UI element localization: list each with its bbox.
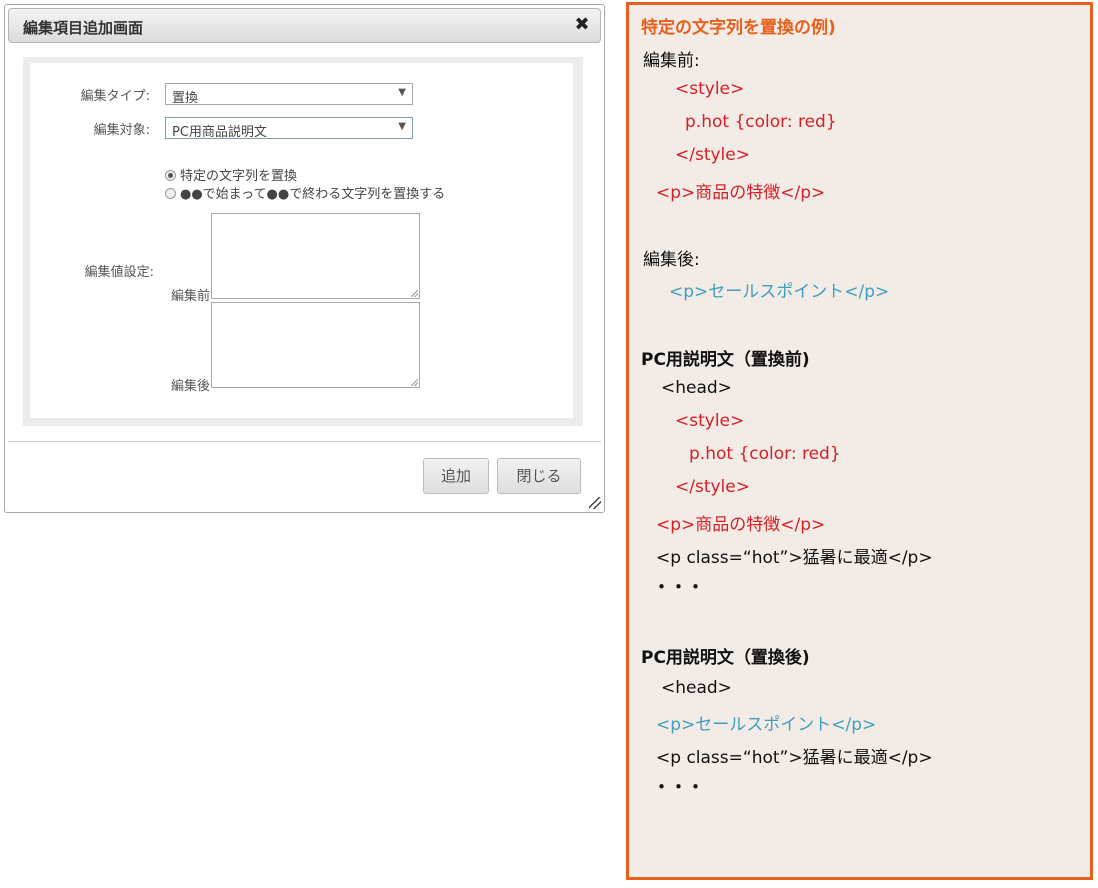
close-button[interactable]: 閉じる	[497, 458, 581, 494]
dialog-resize-icon[interactable]	[589, 497, 601, 509]
code-line: <style>	[675, 79, 745, 99]
edit-target-label: 編集対象:	[93, 123, 150, 138]
code-line: <style>	[675, 411, 745, 431]
radio-checked-icon[interactable]	[165, 170, 176, 181]
form-panel: 編集タイプ: 置換 ▼ 編集対象: PC用商品説明文 ▼ 特定の文字列を置換 ●…	[23, 57, 583, 426]
edit-target-value: PC用商品説明文	[172, 125, 267, 140]
note-heading: 特定の文字列を置換の例)	[641, 18, 836, 38]
ellipsis: ・・・	[653, 578, 704, 598]
edit-type-select[interactable]: 置換 ▼	[165, 83, 413, 106]
code-line: <p>商品の特徴</p>	[656, 515, 826, 535]
chevron-down-icon: ▼	[398, 121, 406, 132]
code-line: </style>	[675, 145, 750, 165]
code-line: <head>	[661, 378, 732, 398]
code-line: p.hot {color: red}	[689, 444, 841, 464]
after-heading: 編集後:	[643, 250, 700, 270]
code-line: <p>セールスポイント</p>	[656, 715, 877, 735]
code-line: <p class=“hot”>猛暑に最適</p>	[656, 548, 933, 568]
pc-after-heading: PC用説明文（置換後)	[641, 648, 810, 668]
edit-type-label: 編集タイプ:	[80, 89, 150, 104]
code-line: p.hot {color: red}	[685, 112, 837, 132]
before-label: 編集前	[170, 289, 210, 304]
before-textarea[interactable]	[211, 213, 420, 299]
radio-unchecked-icon[interactable]	[165, 188, 176, 199]
footer-divider	[8, 441, 601, 442]
chevron-down-icon: ▼	[398, 87, 406, 98]
before-heading: 編集前:	[643, 51, 700, 71]
radio-label: 特定の文字列を置換	[180, 169, 298, 184]
edit-item-add-dialog: 編集項目追加画面 ✖ 編集タイプ: 置換 ▼ 編集対象: PC用商品説明文 ▼ …	[4, 4, 605, 513]
code-line: <head>	[661, 678, 732, 698]
value-setting-label: 編集値設定:	[84, 265, 154, 280]
edit-target-select[interactable]: PC用商品説明文 ▼	[165, 117, 413, 140]
form-panel-inner: 編集タイプ: 置換 ▼ 編集対象: PC用商品説明文 ▼ 特定の文字列を置換 ●…	[30, 63, 573, 418]
dialog-title: 編集項目追加画面	[23, 19, 144, 37]
after-label: 編集後	[170, 379, 210, 394]
close-icon[interactable]: ✖	[572, 15, 592, 35]
after-textarea[interactable]	[211, 302, 420, 388]
dialog-titlebar[interactable]: 編集項目追加画面 ✖	[8, 8, 601, 43]
radio-option-specific-string[interactable]: 特定の文字列を置換	[165, 165, 297, 184]
code-line: <p>セールスポイント</p>	[669, 282, 890, 302]
ellipsis: ・・・	[653, 778, 704, 798]
pc-before-heading: PC用説明文（置換前)	[641, 350, 810, 370]
radio-option-start-end-string[interactable]: ●●で始まって●●で終わる文字列を置換する	[165, 183, 445, 202]
add-button[interactable]: 追加	[423, 458, 489, 494]
code-line: <p>商品の特徴</p>	[656, 183, 826, 203]
edit-type-value: 置換	[172, 91, 199, 106]
resize-grip-icon[interactable]	[411, 379, 418, 386]
resize-grip-icon[interactable]	[411, 290, 418, 297]
code-line: </style>	[675, 477, 750, 497]
radio-label: ●●で始まって●●で終わる文字列を置換する	[180, 187, 446, 202]
code-line: <p class=“hot”>猛暑に最適</p>	[656, 748, 933, 768]
replace-example-note: 特定の文字列を置換の例) 編集前: <style> p.hot {color: …	[626, 2, 1093, 880]
